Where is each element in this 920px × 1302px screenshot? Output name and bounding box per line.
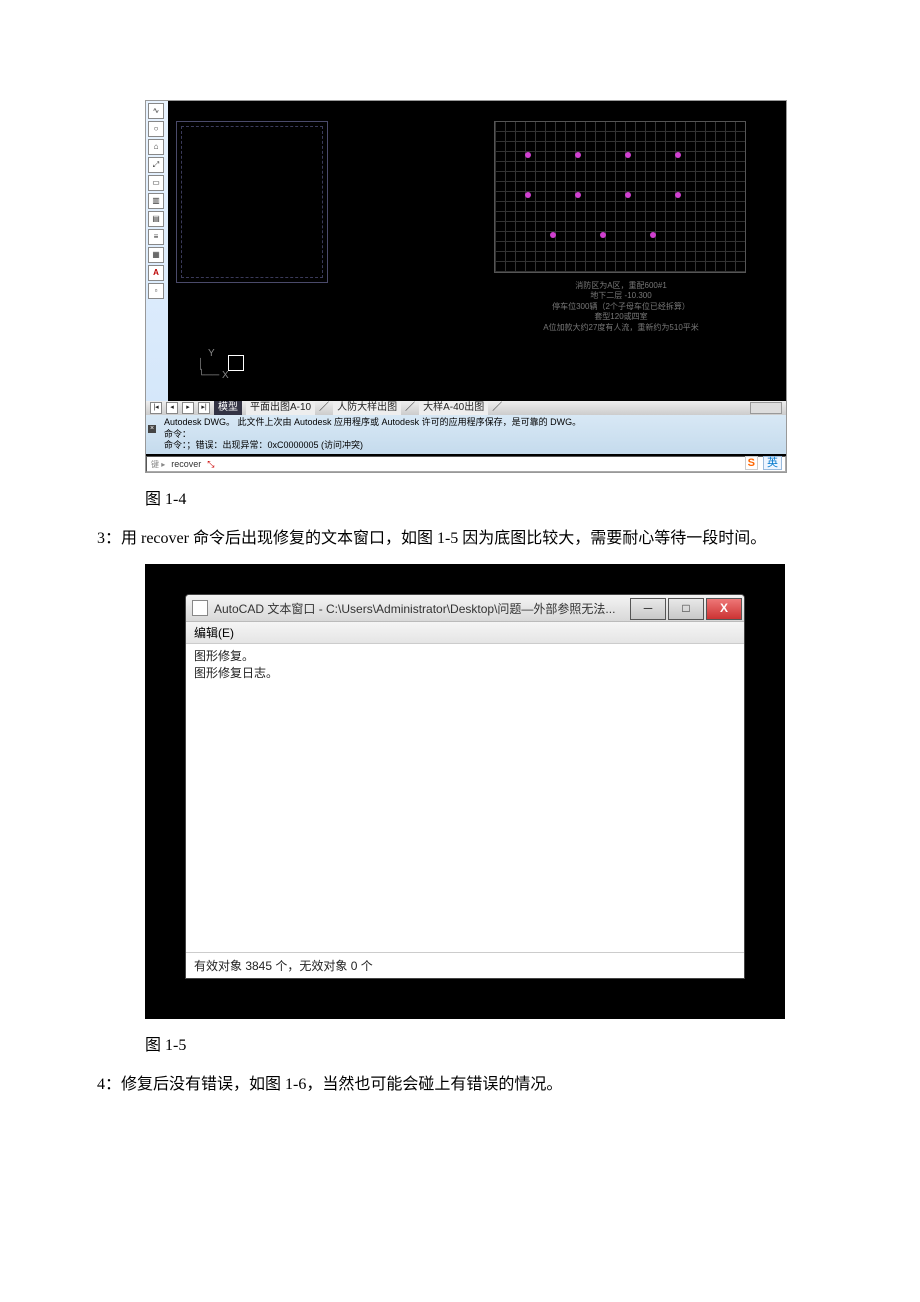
drawing-region-left xyxy=(176,121,328,283)
layout-tabbar: |◂ ◂ ▸ ▸| 模型 平面出图A-10 ／ 人防大样出图 ／ 大样A-40出… xyxy=(146,401,786,415)
ucs-icon: Y │ └── X xyxy=(198,348,229,381)
anno-line: 套型120或四室 xyxy=(496,312,746,322)
tool-icon[interactable]: ⤢ xyxy=(148,157,164,173)
vertical-toolbar: ∿ ○ ⌂ ⤢ ▭ ▥ ▤ ≡ ▦ A ▫ xyxy=(146,101,168,401)
tool-icon[interactable]: ○ xyxy=(148,121,164,137)
anno-line: A位加款大约27度有人流，重新约为510平米 xyxy=(496,323,746,333)
tab-sep: ／ xyxy=(405,401,415,415)
command-input[interactable]: 键 ▸ recover ⤡ xyxy=(146,456,786,472)
drawing-region-right xyxy=(494,121,746,273)
tool-icon[interactable]: ⌂ xyxy=(148,139,164,155)
figure-caption: 图 1-4 xyxy=(145,485,855,509)
tool-icon[interactable]: ▥ xyxy=(148,193,164,209)
maximize-button[interactable]: □ xyxy=(668,598,704,620)
tool-icon[interactable]: ∿ xyxy=(148,103,164,119)
text-window-body[interactable]: 图形修复。 图形修复日志。 xyxy=(186,644,744,952)
ime-indicator: S 英 xyxy=(745,454,782,470)
window-icon xyxy=(192,600,208,616)
menu-edit[interactable]: 编辑(E) xyxy=(194,626,234,640)
tab-sep: ／ xyxy=(319,401,329,415)
command-line: Autodesk DWG。 此文件上次由 Autodesk 应用程序或 Auto… xyxy=(164,417,782,429)
tab-layout[interactable]: 大样A-40出图 xyxy=(419,401,488,415)
tool-icon[interactable]: A xyxy=(148,265,164,281)
command-line: 命令：；错误：出现异常：0xC0000005 (访问冲突) xyxy=(164,440,782,452)
tab-model[interactable]: 模型 xyxy=(214,401,242,415)
tab-nav-prev-icon[interactable]: ◂ xyxy=(166,402,178,414)
tab-layout[interactable]: 人防大样出图 xyxy=(333,401,401,415)
ime-lang-button[interactable]: 英 xyxy=(763,456,782,470)
command-prompt-icon: 键 ▸ xyxy=(151,459,165,470)
anno-line: 停车位300辆（2个子母车位已经拆算） xyxy=(496,302,746,312)
tab-scrollbar[interactable] xyxy=(750,402,782,414)
anno-line: 地下二层 -10.300 xyxy=(496,291,746,301)
paragraph-3: 3：用 recover 命令后出现修复的文本窗口，如图 1-5 因为底图比较大，… xyxy=(65,525,855,552)
text-cursor-icon: ⤡ xyxy=(207,459,214,470)
tab-nav-first-icon[interactable]: |◂ xyxy=(150,402,162,414)
figure-1-4: ∿ ○ ⌂ ⤢ ▭ ▥ ▤ ≡ ▦ A ▫ xyxy=(145,100,787,473)
command-line: 命令： xyxy=(164,429,782,441)
menubar: 编辑(E) xyxy=(186,622,744,644)
close-icon[interactable]: × xyxy=(148,425,156,433)
figure-caption: 图 1-5 xyxy=(145,1031,855,1055)
tab-sep: ／ xyxy=(492,401,502,415)
minimize-button[interactable]: ─ xyxy=(630,598,666,620)
ucs-y-label: Y xyxy=(208,348,229,359)
ime-sogou-icon[interactable]: S xyxy=(745,456,758,470)
command-input-text: recover xyxy=(171,459,201,469)
drawing-canvas[interactable]: 消防区为A区，重配600#1 地下二层 -10.300 停车位300辆（2个子母… xyxy=(168,101,786,401)
status-line: 有效对象 3845 个，无效对象 0 个 xyxy=(186,952,744,978)
tool-icon[interactable]: ▦ xyxy=(148,247,164,263)
tool-icon[interactable]: ▭ xyxy=(148,175,164,191)
paragraph-4: 4：修复后没有错误，如图 1-6，当然也可能会碰上有错误的情况。 xyxy=(65,1071,855,1098)
selection-box xyxy=(228,355,244,371)
window-title: AutoCAD 文本窗口 - C:\Users\Administrator\De… xyxy=(214,600,630,617)
tab-nav-next-icon[interactable]: ▸ xyxy=(182,402,194,414)
text-window: AutoCAD 文本窗口 - C:\Users\Administrator\De… xyxy=(185,594,745,979)
anno-line: 消防区为A区，重配600#1 xyxy=(496,281,746,291)
tab-layout[interactable]: 平面出图A-10 xyxy=(246,401,315,415)
command-history: × Autodesk DWG。 此文件上次由 Autodesk 应用程序或 Au… xyxy=(146,415,786,454)
tool-icon[interactable]: ≡ xyxy=(148,229,164,245)
tool-icon[interactable]: ▤ xyxy=(148,211,164,227)
figure-1-5: AutoCAD 文本窗口 - C:\Users\Administrator\De… xyxy=(145,564,785,1019)
tool-icon[interactable]: ▫ xyxy=(148,283,164,299)
tab-nav-last-icon[interactable]: ▸| xyxy=(198,402,210,414)
text-line: 图形修复日志。 xyxy=(194,665,736,682)
window-titlebar[interactable]: AutoCAD 文本窗口 - C:\Users\Administrator\De… xyxy=(186,595,744,622)
close-button[interactable]: X xyxy=(706,598,742,620)
ucs-x-label: X xyxy=(222,370,229,381)
text-line: 图形修复。 xyxy=(194,648,736,665)
drawing-annotation: 消防区为A区，重配600#1 地下二层 -10.300 停车位300辆（2个子母… xyxy=(496,281,746,333)
